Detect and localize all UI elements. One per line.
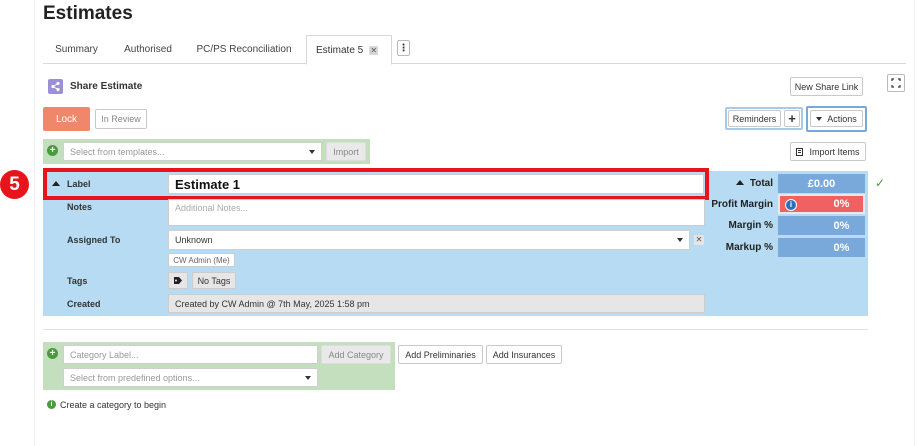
caret-down-icon bbox=[816, 116, 823, 121]
actions-button[interactable]: Actions bbox=[810, 110, 863, 127]
created-value-text: Created by CW Admin @ 7th May, 2025 1:58… bbox=[175, 298, 370, 309]
assigned-user-chip-label: CW Admin (Me) bbox=[173, 255, 230, 265]
share-icon[interactable] bbox=[48, 79, 63, 94]
plus-icon[interactable]: + bbox=[47, 145, 58, 156]
assigned-to-select[interactable]: Unknown bbox=[168, 230, 690, 250]
tab-summary[interactable]: Summary bbox=[43, 35, 110, 63]
reminders-button[interactable]: Reminders bbox=[728, 110, 781, 127]
caret-up-icon[interactable] bbox=[52, 181, 60, 186]
tags-field-label: Tags bbox=[67, 276, 88, 286]
created-value: Created by CW Admin @ 7th May, 2025 1:58… bbox=[168, 294, 705, 313]
step-badge-number: 5 bbox=[9, 173, 20, 195]
add-reminder-button[interactable]: + bbox=[784, 110, 800, 127]
import-items-label: Import Items bbox=[809, 146, 860, 157]
kebab-icon[interactable]: ⋮ bbox=[397, 40, 410, 56]
actions-label: Actions bbox=[827, 113, 857, 124]
content-right-border bbox=[914, 0, 915, 446]
assigned-user-chip[interactable]: CW Admin (Me) bbox=[168, 253, 235, 267]
info-icon[interactable]: i bbox=[785, 199, 797, 211]
new-share-link-button[interactable]: New Share Link bbox=[790, 77, 863, 96]
expand-icon[interactable] bbox=[887, 74, 905, 92]
tab-label: Summary bbox=[55, 43, 98, 55]
tab-estimate-5[interactable]: Estimate 5 ✕ bbox=[306, 35, 392, 65]
lock-button[interactable]: Lock bbox=[43, 107, 90, 131]
caret-down-icon bbox=[309, 149, 315, 154]
notes-placeholder: Additional Notes... bbox=[175, 203, 249, 213]
total-value: £0.00 bbox=[778, 174, 865, 193]
profit-margin-label: Profit Margin bbox=[711, 199, 773, 210]
tabs-bar: Summary Authorised PC/PS Reconciliation … bbox=[43, 35, 906, 65]
predefined-options-select[interactable]: Select from predefined options... bbox=[63, 368, 318, 387]
templates-select[interactable]: Select from templates... bbox=[63, 142, 322, 161]
add-insurances-button[interactable]: Add Insurances bbox=[486, 345, 562, 364]
caret-down-icon bbox=[305, 375, 311, 380]
notes-textarea[interactable]: Additional Notes... bbox=[168, 199, 705, 226]
import-button[interactable]: Import bbox=[326, 142, 366, 161]
close-icon[interactable]: ✕ bbox=[369, 45, 379, 55]
profit-margin-text: 0% bbox=[833, 198, 850, 210]
import-icon bbox=[796, 147, 804, 156]
created-field-label: Created bbox=[67, 299, 101, 309]
tab-authorised[interactable]: Authorised bbox=[113, 35, 183, 63]
add-category-button[interactable]: Add Category bbox=[321, 345, 391, 364]
tab-label: Estimate 5 bbox=[316, 44, 364, 56]
margin-percent-label: Margin % bbox=[728, 220, 773, 231]
tag-icon[interactable] bbox=[168, 272, 188, 289]
profit-margin-value: i 0% bbox=[778, 194, 865, 214]
label-input-value: Estimate 1 bbox=[175, 176, 241, 192]
info-icon: i bbox=[47, 400, 56, 409]
templates-placeholder: Select from templates... bbox=[70, 146, 165, 157]
plus-icon[interactable]: + bbox=[47, 348, 58, 359]
import-items-button[interactable]: Import Items bbox=[790, 142, 866, 161]
category-label-placeholder: Category Label... bbox=[70, 349, 139, 360]
page-title: Estimates bbox=[43, 3, 133, 24]
tab-pcps-reconciliation[interactable]: PC/PS Reconciliation bbox=[189, 35, 299, 63]
section-divider bbox=[43, 329, 868, 330]
in-review-button[interactable]: In Review bbox=[95, 109, 147, 129]
markup-percent-value: 0% bbox=[778, 238, 865, 257]
plus-icon: + bbox=[788, 111, 796, 126]
content-left-border bbox=[34, 0, 35, 446]
label-input[interactable]: Estimate 1 bbox=[168, 174, 704, 194]
add-preliminaries-button[interactable]: Add Preliminaries bbox=[398, 345, 483, 364]
label-field-label: Label bbox=[67, 179, 91, 189]
markup-percent-label: Markup % bbox=[725, 242, 773, 253]
assigned-to-value: Unknown bbox=[175, 235, 213, 245]
category-label-input[interactable]: Category Label... bbox=[63, 345, 318, 364]
total-label: Total bbox=[749, 178, 773, 189]
check-icon: ✓ bbox=[875, 176, 886, 190]
caret-down-icon bbox=[677, 238, 683, 242]
category-hint: Create a category to begin bbox=[60, 400, 167, 410]
tab-label: Authorised bbox=[124, 43, 172, 55]
step-badge: 5 bbox=[0, 170, 29, 199]
notes-field-label: Notes bbox=[67, 202, 93, 212]
tab-label: PC/PS Reconciliation bbox=[196, 43, 292, 55]
share-estimate-label[interactable]: Share Estimate bbox=[70, 81, 142, 92]
assigned-to-field-label: Assigned To bbox=[67, 235, 121, 245]
margin-percent-value: 0% bbox=[778, 216, 865, 235]
tags-value[interactable]: No Tags bbox=[192, 272, 236, 289]
predefined-options-placeholder: Select from predefined options... bbox=[70, 372, 200, 383]
